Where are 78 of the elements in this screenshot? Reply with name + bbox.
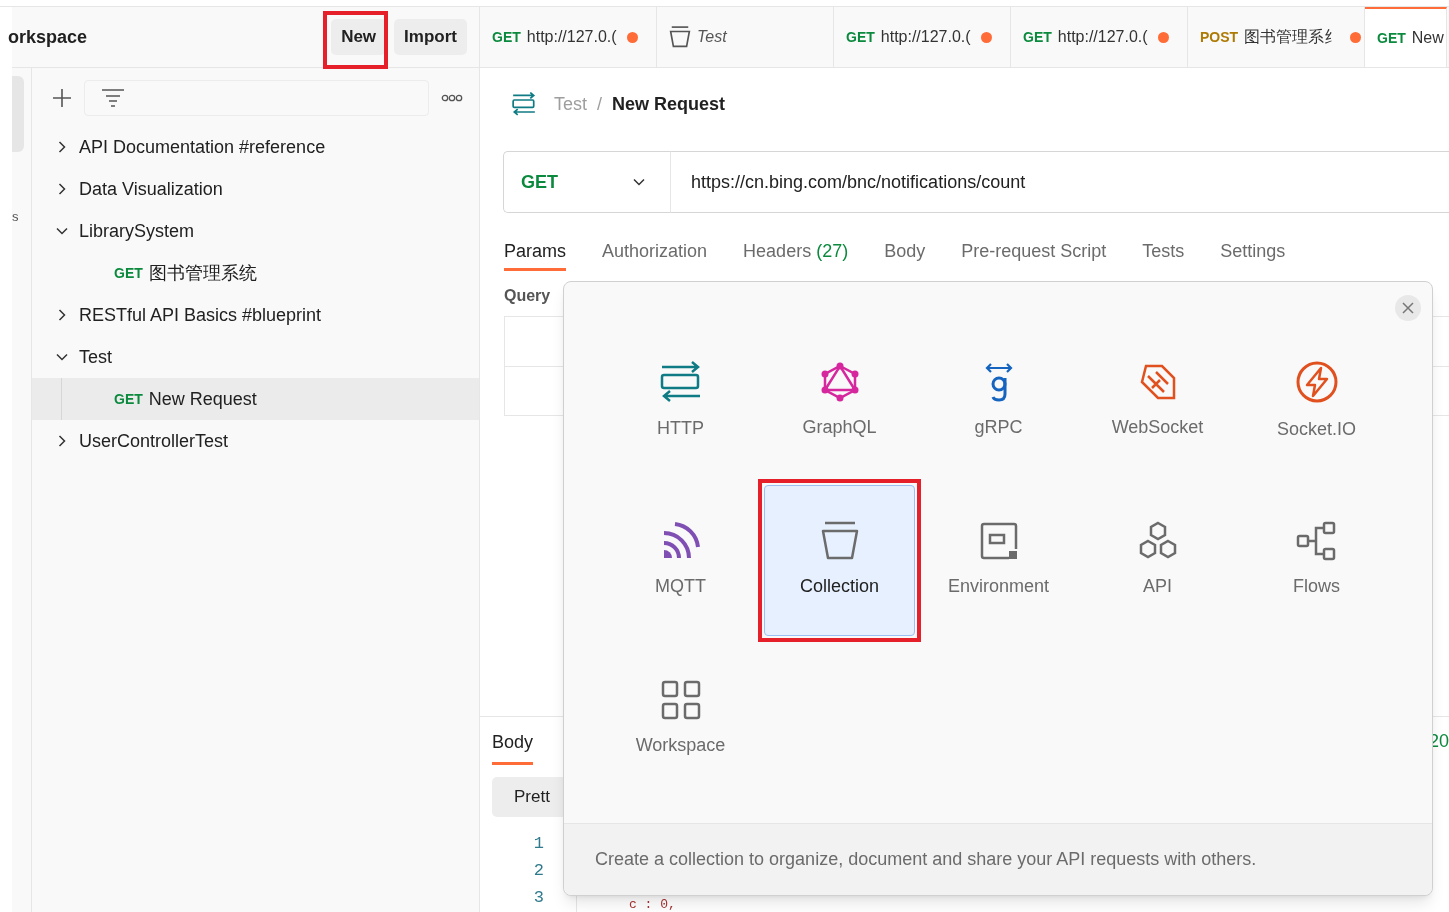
method-label: GET — [492, 27, 521, 47]
header-button[interactable]: Import — [394, 19, 467, 55]
grpc-icon — [983, 362, 1014, 402]
request-section-tab[interactable]: Body — [884, 235, 926, 271]
response-tab[interactable]: Body — [492, 717, 534, 765]
collection-name: Test — [79, 345, 112, 369]
tab-title: http://127.0.( — [880, 27, 971, 47]
tab-title: http://127.0.( — [526, 27, 617, 47]
request-title: New Request — [612, 92, 726, 116]
header-button[interactable]: New — [331, 19, 387, 55]
code-line: c : 0, — [629, 898, 677, 912]
url-field[interactable]: https://cn.bing.com/bnc/notifications/count — [670, 151, 1449, 213]
close-button[interactable] — [1395, 295, 1421, 321]
filter-icon — [101, 88, 125, 108]
request-name: New Request — [148, 387, 257, 411]
collection-name: RESTful API Basics #blueprint — [79, 303, 322, 327]
create-option[interactable]: WebSocket — [1082, 326, 1233, 477]
collection-row[interactable]: Data Visualization — [32, 168, 479, 210]
grid-icon — [660, 680, 701, 720]
rail-label: s — [12, 208, 19, 226]
filter-field[interactable] — [84, 80, 429, 116]
tab-title: 图书管理系纟 — [1244, 27, 1341, 47]
method-label: GET — [846, 27, 875, 47]
request-tab[interactable]: GET New — [1365, 7, 1447, 67]
collection-row[interactable]: RESTful API Basics #blueprint — [32, 294, 479, 336]
collection-row[interactable]: Test — [32, 336, 479, 378]
collection-row[interactable]: API Documentation #reference — [32, 126, 479, 168]
method-select[interactable]: GET — [503, 151, 670, 213]
method-label: GET — [114, 263, 143, 283]
http-arrows-icon — [510, 92, 538, 116]
request-section-tab[interactable]: Headers (27) — [743, 235, 849, 271]
breadcrumb-separator: / — [597, 92, 603, 116]
tab-title: http://127.0.( — [1057, 27, 1148, 47]
collection-name: LibrarySystem — [79, 219, 195, 243]
flow-nodes-icon — [1295, 521, 1338, 561]
section-label: Query — [504, 286, 551, 306]
collection-name: UserControllerTest — [79, 429, 229, 453]
method-label: GET — [114, 389, 143, 409]
workspace-title: orkspace — [8, 25, 89, 49]
lightning-circle-icon — [1294, 360, 1339, 404]
create-option[interactable]: Workspace — [605, 644, 756, 795]
method-label: GET — [1377, 28, 1406, 48]
method-label: POST — [1200, 27, 1239, 47]
create-option[interactable]: gRPC — [923, 326, 1074, 477]
collection-name: Data Visualization — [79, 177, 223, 201]
tab-title: Test — [697, 27, 727, 47]
collection-bin-icon — [820, 521, 859, 561]
create-option[interactable]: GraphQL — [764, 326, 915, 477]
request-row[interactable]: GET New Request — [32, 378, 479, 420]
graphql-icon — [820, 362, 859, 402]
create-option[interactable]: Environment — [923, 485, 1074, 636]
line-number: 1 — [533, 833, 544, 855]
line-number: 2 — [533, 860, 544, 882]
create-option[interactable]: Collection — [764, 485, 915, 636]
create-option[interactable]: HTTP — [605, 326, 756, 477]
create-option[interactable]: Socket.IO — [1241, 326, 1392, 477]
tab-title: New — [1411, 28, 1444, 48]
more-options-icon[interactable] — [441, 94, 463, 102]
request-section-tab[interactable]: Settings — [1220, 235, 1286, 271]
collection-name: API Documentation #reference — [79, 135, 326, 159]
request-section-tab[interactable]: Pre-request Script — [961, 235, 1107, 271]
request-row[interactable]: GET 图书管理系统 — [32, 252, 479, 294]
collection-bin-icon — [669, 26, 691, 48]
request-section-tab[interactable]: Tests — [1142, 235, 1185, 271]
line-number: 3 — [533, 887, 544, 909]
collection-row[interactable]: UserControllerTest — [32, 420, 479, 462]
collection-row[interactable]: LibrarySystem — [32, 210, 479, 252]
plus-icon[interactable] — [52, 88, 72, 108]
create-option[interactable]: API — [1082, 485, 1233, 636]
create-option[interactable]: Flows — [1241, 485, 1392, 636]
create-option[interactable]: MQTT — [605, 485, 756, 636]
option-description: Create a collection to organize, document and share your API requests with others. — [595, 848, 1257, 871]
request-name: 图书管理系统 — [148, 261, 257, 285]
request-section-tab[interactable]: Authorization — [602, 235, 708, 271]
close-icon — [1402, 302, 1414, 314]
request-section-tab[interactable]: Params — [504, 235, 566, 271]
environment-icon — [978, 521, 1019, 561]
method-label: GET — [1023, 27, 1052, 47]
